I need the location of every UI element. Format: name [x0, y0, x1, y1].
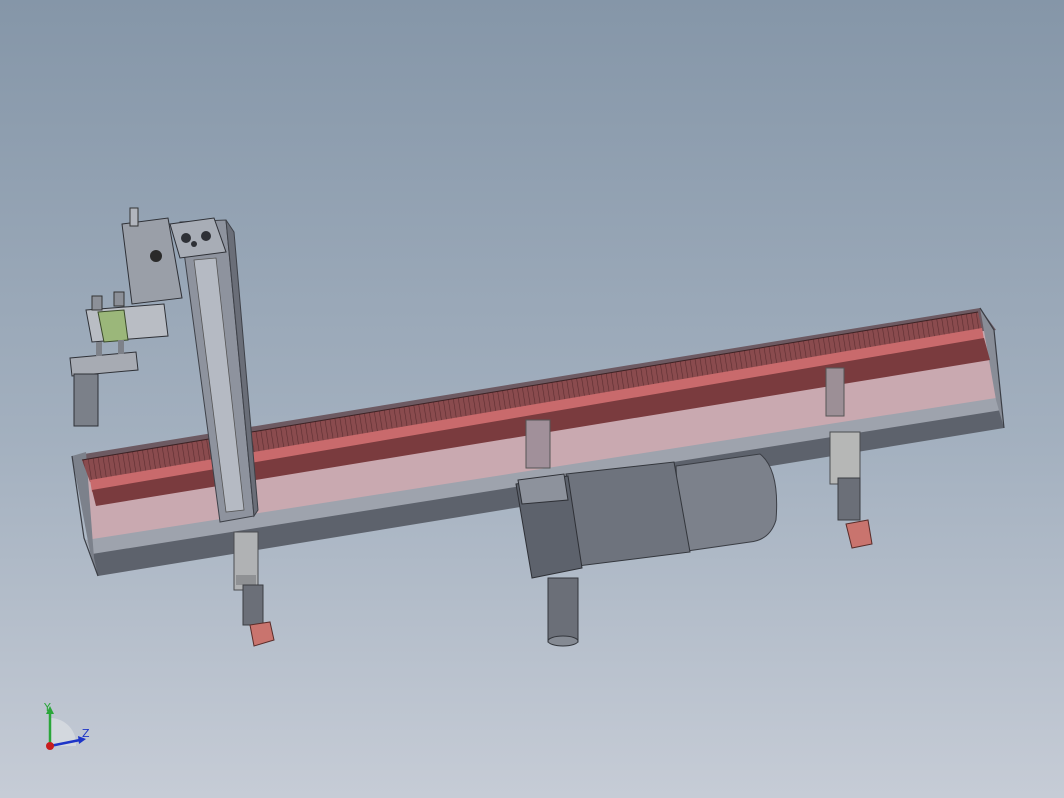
y-axis-label: Y	[44, 701, 51, 714]
coordinate-triad: Y Z	[36, 700, 96, 760]
gripper-assembly[interactable]	[69, 207, 183, 427]
support-post-middle	[525, 419, 551, 469]
support-leg-left[interactable]	[233, 531, 275, 647]
support-post-right	[825, 367, 845, 417]
conveyor-assembly-model[interactable]	[0, 0, 1064, 798]
gear-motor[interactable]	[515, 453, 778, 647]
cad-viewport[interactable]: Y Z	[0, 0, 1064, 798]
z-axis-label: Z	[82, 727, 90, 740]
